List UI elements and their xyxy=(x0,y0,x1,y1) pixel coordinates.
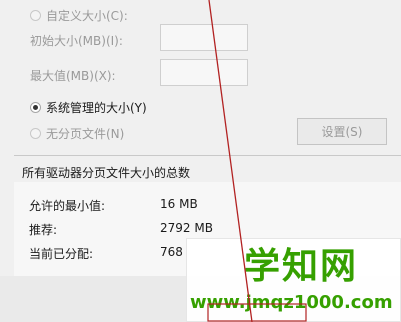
currently-allocated-label: 当前已分配: xyxy=(29,247,94,261)
initial-size-input xyxy=(160,24,248,51)
max-size-label: 最大值(MB)(X): xyxy=(30,69,116,83)
custom-size-label: 自定义大小(C): xyxy=(46,9,128,23)
watermark-logo-text: 学知网 xyxy=(244,246,359,287)
recommended-value: 2792 MB xyxy=(160,221,213,235)
no-paging-file-radio-circle[interactable] xyxy=(30,128,41,139)
no-paging-file-radio[interactable]: 无分页文件(N) xyxy=(30,125,124,142)
system-managed-radio-circle[interactable] xyxy=(30,102,41,113)
currently-allocated-value: 768 xyxy=(160,245,183,259)
set-button: 设置(S) xyxy=(297,118,387,145)
custom-size-radio-circle xyxy=(30,10,41,21)
section-divider xyxy=(14,155,401,156)
min-allowed-label: 允许的最小值: xyxy=(29,199,106,213)
watermark-url: www.jmqz1000.com xyxy=(190,292,393,313)
system-managed-radio[interactable]: 系统管理的大小(Y) xyxy=(30,99,147,116)
custom-size-radio: 自定义大小(C): xyxy=(30,7,128,24)
initial-size-label: 初始大小(MB)(I): xyxy=(30,34,123,48)
system-managed-label: 系统管理的大小(Y) xyxy=(46,101,147,115)
recommended-label: 推荐: xyxy=(29,223,58,237)
min-allowed-value: 16 MB xyxy=(160,197,198,211)
no-paging-file-label: 无分页文件(N) xyxy=(46,127,125,141)
watermark-logo: 学知网 xyxy=(244,246,358,288)
summary-title: 所有驱动器分页文件大小的总数 xyxy=(22,166,191,180)
max-size-input xyxy=(160,59,248,86)
